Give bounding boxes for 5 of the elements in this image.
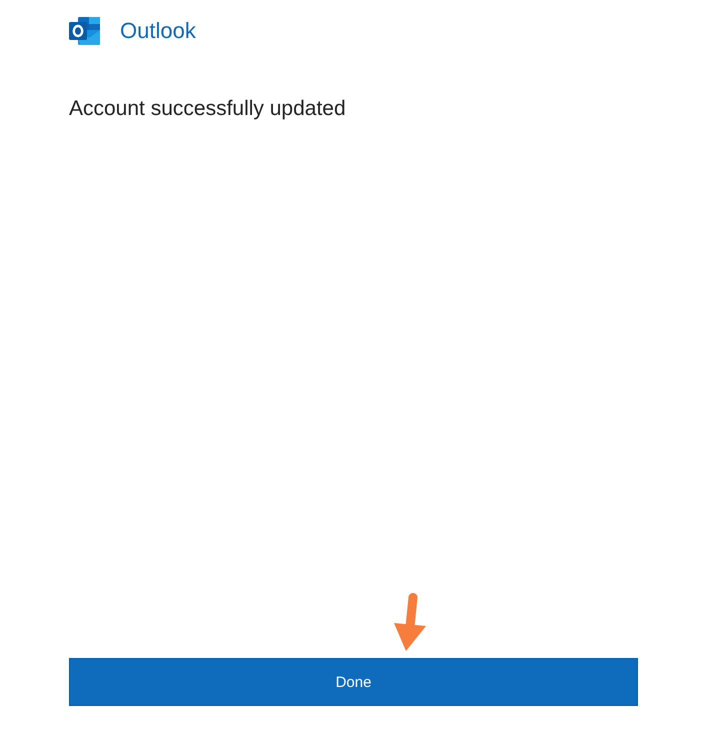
arrow-annotation-drawing xyxy=(393,593,427,651)
envelope-logo-icon xyxy=(69,17,101,45)
success-message: Account successfully updated xyxy=(69,96,347,122)
done-button[interactable]: Done xyxy=(69,658,638,706)
app-name: Outlook xyxy=(120,18,196,44)
